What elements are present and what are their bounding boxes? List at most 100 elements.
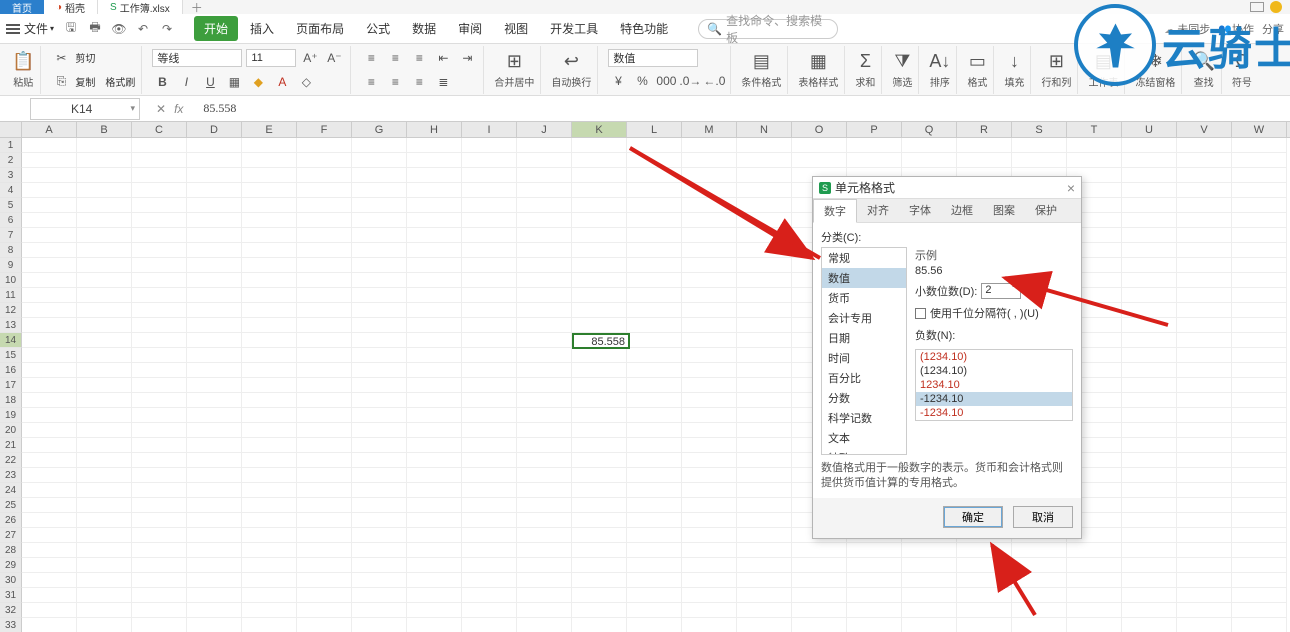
row-header[interactable]: 2 bbox=[0, 153, 22, 168]
select-all-corner[interactable] bbox=[0, 122, 22, 137]
row-header[interactable]: 30 bbox=[0, 573, 22, 588]
indent-dec-icon[interactable]: ⇤ bbox=[433, 48, 453, 68]
close-icon[interactable]: × bbox=[1067, 180, 1075, 196]
row-header[interactable]: 6 bbox=[0, 213, 22, 228]
col-header[interactable]: J bbox=[517, 122, 572, 137]
row-header[interactable]: 24 bbox=[0, 483, 22, 498]
row-header[interactable]: 10 bbox=[0, 273, 22, 288]
row-header[interactable]: 11 bbox=[0, 288, 22, 303]
preview-icon[interactable]: 👁 bbox=[112, 22, 126, 36]
col-header[interactable]: L bbox=[627, 122, 682, 137]
decimal-places-input[interactable]: 2 bbox=[981, 283, 1021, 299]
col-header[interactable]: E bbox=[242, 122, 297, 137]
col-header[interactable]: I bbox=[462, 122, 517, 137]
inc-decimal-icon[interactable]: .0→ bbox=[680, 71, 700, 91]
cat-date[interactable]: 日期 bbox=[822, 328, 906, 348]
row-header[interactable]: 5 bbox=[0, 198, 22, 213]
align-bot-icon[interactable]: ≡ bbox=[409, 48, 429, 68]
col-header[interactable]: R bbox=[957, 122, 1012, 137]
cat-general[interactable]: 常规 bbox=[822, 248, 906, 268]
col-header[interactable]: C bbox=[132, 122, 187, 137]
row-header[interactable]: 19 bbox=[0, 408, 22, 423]
row-header[interactable]: 12 bbox=[0, 303, 22, 318]
neg-option[interactable]: 1234.10 bbox=[916, 378, 1072, 392]
row-header[interactable]: 20 bbox=[0, 423, 22, 438]
fill-button[interactable]: ↓填充 bbox=[998, 46, 1031, 94]
col-header[interactable]: W bbox=[1232, 122, 1287, 137]
ribbon-tab-start[interactable]: 开始 bbox=[194, 16, 238, 41]
decrease-font-icon[interactable]: A⁻ bbox=[324, 48, 344, 68]
redo-icon[interactable]: ↷ bbox=[160, 22, 174, 36]
dec-decimal-icon[interactable]: ←.0 bbox=[704, 71, 724, 91]
font-name-select[interactable]: 等线 bbox=[152, 49, 242, 67]
row-header[interactable]: 25 bbox=[0, 498, 22, 513]
active-cell[interactable]: 85.558 bbox=[572, 333, 630, 349]
col-header[interactable]: Q bbox=[902, 122, 957, 137]
negative-numbers-list[interactable]: (1234.10) (1234.10) 1234.10 -1234.10 -12… bbox=[915, 349, 1073, 421]
row-header[interactable]: 3 bbox=[0, 168, 22, 183]
align-right-icon[interactable]: ≡ bbox=[409, 72, 429, 92]
col-header[interactable]: V bbox=[1177, 122, 1232, 137]
row-header[interactable]: 7 bbox=[0, 228, 22, 243]
col-header[interactable]: A bbox=[22, 122, 77, 137]
copy-icon[interactable]: ⎘ bbox=[51, 72, 71, 92]
dlg-tab-align[interactable]: 对齐 bbox=[857, 199, 899, 222]
ribbon-tab-data[interactable]: 数据 bbox=[402, 16, 446, 41]
table-style-button[interactable]: ▦表格样式 bbox=[792, 46, 845, 94]
col-header[interactable]: S bbox=[1012, 122, 1067, 137]
rowcol-button[interactable]: ⊞行和列 bbox=[1035, 46, 1078, 94]
neg-option[interactable]: -1234.10 bbox=[916, 392, 1072, 406]
ribbon-tab-special[interactable]: 特色功能 bbox=[610, 16, 678, 41]
align-top-icon[interactable]: ≡ bbox=[361, 48, 381, 68]
percent-icon[interactable]: % bbox=[632, 71, 652, 91]
cond-format-button[interactable]: ▤条件格式 bbox=[735, 46, 788, 94]
cat-text[interactable]: 文本 bbox=[822, 428, 906, 448]
merge-button[interactable]: ⊞合并居中 bbox=[488, 46, 541, 94]
col-header[interactable]: M bbox=[682, 122, 737, 137]
dlg-tab-number[interactable]: 数字 bbox=[813, 199, 857, 223]
row-header[interactable]: 8 bbox=[0, 243, 22, 258]
col-header[interactable]: G bbox=[352, 122, 407, 137]
col-header[interactable]: N bbox=[737, 122, 792, 137]
dlg-tab-protect[interactable]: 保护 bbox=[1025, 199, 1067, 222]
bold-icon[interactable]: B bbox=[152, 72, 172, 92]
cat-number[interactable]: 数值 bbox=[822, 268, 906, 288]
format-button[interactable]: ▭格式 bbox=[961, 46, 994, 94]
sum-button[interactable]: Σ求和 bbox=[849, 46, 882, 94]
paste-group[interactable]: 📋粘贴 bbox=[6, 46, 41, 94]
fx-icon[interactable]: fx bbox=[174, 102, 183, 116]
row-header[interactable]: 4 bbox=[0, 183, 22, 198]
neg-option[interactable]: (1234.10) bbox=[916, 364, 1072, 378]
cancel-formula-icon[interactable]: ✕ bbox=[156, 102, 166, 116]
row-header[interactable]: 17 bbox=[0, 378, 22, 393]
number-format-select[interactable]: 数值 bbox=[608, 49, 698, 67]
clear-format-icon[interactable]: ◇ bbox=[296, 72, 316, 92]
indent-inc-icon[interactable]: ⇥ bbox=[457, 48, 477, 68]
col-header[interactable]: K bbox=[572, 122, 627, 137]
ribbon-tab-formula[interactable]: 公式 bbox=[356, 16, 400, 41]
thousand-separator-checkbox[interactable] bbox=[915, 308, 926, 319]
row-header[interactable]: 23 bbox=[0, 468, 22, 483]
neg-option[interactable]: -1234.10 bbox=[916, 406, 1072, 420]
row-header[interactable]: 16 bbox=[0, 363, 22, 378]
col-header[interactable]: B bbox=[77, 122, 132, 137]
row-header[interactable]: 26 bbox=[0, 513, 22, 528]
cat-time[interactable]: 时间 bbox=[822, 348, 906, 368]
dlg-tab-font[interactable]: 字体 bbox=[899, 199, 941, 222]
row-header[interactable]: 33 bbox=[0, 618, 22, 632]
cat-special[interactable]: 特殊 bbox=[822, 448, 906, 455]
col-header[interactable]: O bbox=[792, 122, 847, 137]
row-header[interactable]: 1 bbox=[0, 138, 22, 153]
border-icon[interactable]: ▦ bbox=[224, 72, 244, 92]
cut-icon[interactable]: ✂ bbox=[51, 48, 71, 68]
tab-workbook[interactable]: S工作簿.xlsx bbox=[98, 0, 183, 14]
align-left-icon[interactable]: ≡ bbox=[361, 72, 381, 92]
underline-icon[interactable]: U bbox=[200, 72, 220, 92]
col-header[interactable]: U bbox=[1122, 122, 1177, 137]
align-mid-icon[interactable]: ≡ bbox=[385, 48, 405, 68]
increase-font-icon[interactable]: A⁺ bbox=[300, 48, 320, 68]
ok-button[interactable]: 确定 bbox=[943, 506, 1003, 528]
row-header[interactable]: 28 bbox=[0, 543, 22, 558]
row-header[interactable]: 32 bbox=[0, 603, 22, 618]
name-box[interactable]: K14▾ bbox=[30, 98, 140, 120]
